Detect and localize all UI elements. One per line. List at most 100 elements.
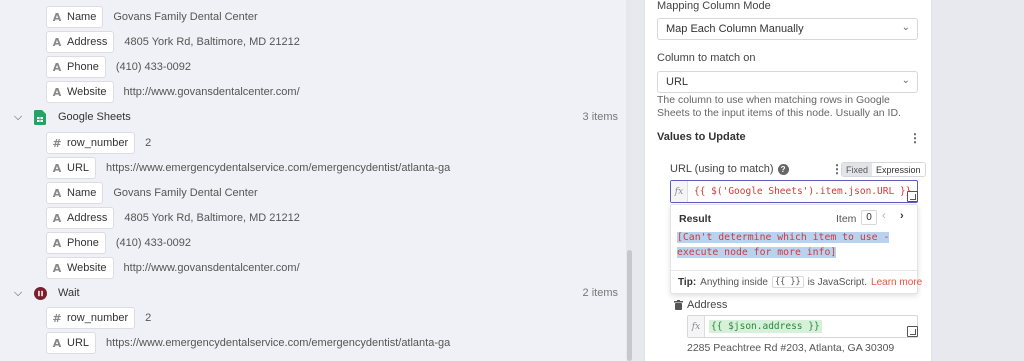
- fixed-expression-toggle[interactable]: Fixed Expression: [841, 162, 926, 177]
- field-value: https://www.emergencydentalservice.com/e…: [106, 337, 451, 349]
- mapping-mode-label: Mapping Column Mode: [657, 0, 771, 12]
- expression-tip: Tip: Anything inside {{ }} is JavaScript…: [678, 276, 922, 288]
- help-icon[interactable]: ?: [777, 163, 789, 175]
- node-item-count: 2 items: [582, 287, 618, 299]
- field-name: Address: [67, 36, 108, 48]
- field-name: row_number: [67, 137, 129, 149]
- field-chip[interactable]: A Website: [46, 81, 114, 103]
- field-chip[interactable]: A Name: [46, 182, 104, 204]
- tip-code: {{ }}: [771, 276, 804, 288]
- field-row: A Name Govans Family Dental Center: [46, 6, 258, 28]
- field-name: Name: [67, 187, 97, 199]
- field-value: https://www.emergencydentalservice.com/e…: [106, 162, 451, 174]
- field-chip[interactable]: A Phone: [46, 232, 106, 254]
- result-text-value: [Can't determine which item to use - exe…: [677, 232, 890, 258]
- result-title: Result: [679, 213, 712, 225]
- field-name: row_number: [67, 312, 129, 324]
- trash-icon[interactable]: [674, 300, 683, 310]
- chevron-down-icon: ⌄: [901, 22, 910, 33]
- field-row: A Phone (410) 433-0092: [46, 232, 191, 254]
- column-match-value: URL: [666, 76, 689, 88]
- string-type-icon: A: [52, 161, 62, 175]
- field-value: Govans Family Dental Center: [113, 187, 258, 199]
- url-expression-code[interactable]: {{ $('Google Sheets').item.json.URL }}: [694, 186, 911, 197]
- field-value: (410) 433-0092: [115, 61, 192, 73]
- address-field-label: Address: [687, 299, 728, 311]
- fx-icon: fx: [688, 316, 705, 337]
- field-name: Website: [67, 86, 107, 98]
- string-type-icon: A: [52, 85, 62, 99]
- result-text: [Can't determine which item to use - exe…: [677, 230, 894, 260]
- string-type-icon: A: [52, 10, 62, 24]
- field-chip[interactable]: A Name: [46, 6, 104, 28]
- url-field-label-text: URL (using to match): [670, 163, 774, 175]
- expand-editor-icon[interactable]: [907, 326, 918, 337]
- field-name: Phone: [67, 61, 99, 73]
- string-type-icon: A: [52, 35, 62, 49]
- mapping-mode-select[interactable]: Map Each Column Manually ⌄: [657, 18, 918, 40]
- field-chip[interactable]: # row_number: [46, 307, 136, 329]
- string-type-icon: A: [52, 60, 62, 74]
- address-expression-code[interactable]: {{ $json.address }}: [709, 320, 822, 333]
- column-match-label: Column to match on: [657, 52, 756, 64]
- field-row: A Address 4805 York Rd, Baltimore, MD 2121…: [46, 31, 300, 53]
- field-chip[interactable]: A Address: [46, 207, 115, 229]
- node-name: Wait: [58, 287, 80, 299]
- field-chip[interactable]: A Address: [46, 31, 115, 53]
- toggle-expression[interactable]: Expression: [872, 163, 925, 176]
- field-row: A URL https://www.emergencydentalservice.c…: [46, 332, 450, 354]
- number-type-icon: #: [52, 311, 62, 325]
- field-row: # row_number 2: [46, 307, 151, 329]
- field-value: (410) 433-0092: [115, 237, 192, 249]
- field-value: 4805 York Rd, Baltimore, MD 21212: [124, 36, 300, 48]
- learn-more-link[interactable]: Learn more: [871, 277, 922, 288]
- string-type-icon: A: [52, 236, 62, 250]
- values-to-update-title: Values to Update: [657, 131, 746, 143]
- field-name: URL: [67, 162, 90, 174]
- field-chip[interactable]: A URL: [46, 157, 97, 179]
- url-expression-input[interactable]: fx {{ $('Google Sheets').item.json.URL }…: [670, 180, 918, 203]
- node-item-count: 3 items: [582, 111, 618, 123]
- field-row: A Name Govans Family Dental Center: [46, 182, 258, 204]
- node-row[interactable]: ⌵ Wait 2 items: [10, 283, 618, 303]
- google-sheets-icon: [32, 109, 48, 125]
- item-index-input[interactable]: 0: [861, 210, 877, 225]
- field-chip[interactable]: A Phone: [46, 56, 106, 78]
- chevron-down-icon[interactable]: ⌵: [10, 287, 26, 300]
- field-row: A Phone (410) 433-0092: [46, 56, 191, 78]
- parameters-panel: Mapping Column Mode Map Each Column Manu…: [644, 0, 932, 361]
- field-chip[interactable]: A URL: [46, 332, 97, 354]
- string-type-icon: A: [52, 336, 62, 350]
- field-chip[interactable]: # row_number: [46, 132, 136, 154]
- field-name: URL: [67, 337, 90, 349]
- column-match-select[interactable]: URL ⌄: [657, 71, 918, 93]
- chevron-left-icon[interactable]: ‹: [882, 210, 886, 222]
- node-row[interactable]: ⌵ Google Sheets 3 items: [10, 107, 618, 127]
- number-type-icon: #: [52, 136, 62, 150]
- expand-editor-icon[interactable]: [907, 191, 918, 202]
- toggle-fixed[interactable]: Fixed: [842, 163, 873, 176]
- field-value: 2: [145, 312, 152, 324]
- chevron-right-icon[interactable]: ›: [900, 210, 904, 222]
- field-name: Name: [67, 11, 97, 23]
- address-expression-input[interactable]: fx {{ $json.address }}: [687, 315, 918, 338]
- field-name: Phone: [67, 237, 99, 249]
- node-name: Google Sheets: [58, 111, 131, 123]
- item-label: Item: [836, 213, 857, 225]
- field-row: A Address 4805 York Rd, Baltimore, MD 2121…: [46, 207, 300, 229]
- address-result: 2285 Peachtree Rd #203, Atlanta, GA 3030…: [687, 342, 895, 354]
- kebab-menu-icon[interactable]: ⋮: [909, 131, 921, 145]
- expression-result-dropdown: Result Item 0 ‹ › [Can't determine which…: [670, 204, 922, 294]
- field-chip[interactable]: A Website: [46, 257, 114, 279]
- field-row: A Website http://www.govansdentalcenter.co…: [46, 81, 300, 103]
- string-type-icon: A: [52, 186, 62, 200]
- chevron-down-icon[interactable]: ⌵: [10, 111, 26, 124]
- tip-text-1: Anything inside: [700, 276, 768, 288]
- input-data-panel: A Name Govans Family Dental Center A Address…: [0, 0, 632, 361]
- field-value: Govans Family Dental Center: [113, 11, 258, 23]
- field-value: http://www.govansdentalcenter.com/: [123, 86, 300, 98]
- tip-text-2: is JavaScript.: [807, 276, 868, 288]
- field-name: Address: [67, 212, 108, 224]
- fx-icon: fx: [671, 181, 688, 202]
- url-field-label: URL (using to match) ?: [670, 163, 789, 175]
